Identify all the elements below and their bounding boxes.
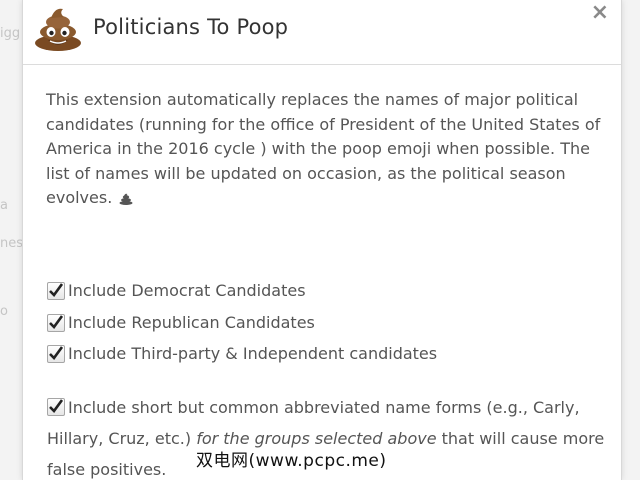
background-text-fragment: nes: [0, 236, 24, 251]
background-text-fragment: igg: [0, 26, 21, 41]
republican-candidates-option[interactable]: Include Republican Candidates: [47, 313, 315, 332]
third-party-checkbox[interactable]: [47, 344, 65, 363]
democrat-label: Include Democrat Candidates: [68, 281, 306, 300]
options-dialog: Politicians To Poop × This extension aut…: [22, 0, 622, 480]
background-text-fragment: a: [0, 198, 8, 213]
poop-emoji-icon: [119, 188, 133, 213]
description-text: This extension automatically replaces th…: [46, 88, 604, 213]
republican-label: Include Republican Candidates: [68, 313, 315, 332]
third-party-label: Include Third-party & Independent candid…: [68, 344, 438, 363]
third-party-candidates-option[interactable]: Include Third-party & Independent candid…: [47, 344, 437, 363]
abbreviated-names-checkbox[interactable]: [47, 398, 65, 416]
close-button[interactable]: ×: [591, 2, 609, 24]
democrat-candidates-option[interactable]: Include Democrat Candidates: [47, 281, 306, 300]
background-text-fragment: o: [0, 304, 8, 319]
poop-emoji-icon: [33, 5, 83, 51]
republican-checkbox[interactable]: [47, 313, 65, 332]
dialog-title: Politicians To Poop: [93, 15, 289, 39]
dialog-header: Politicians To Poop ×: [23, 0, 621, 65]
watermark-text: 双电网(www.pcpc.me): [196, 451, 387, 471]
democrat-checkbox[interactable]: [47, 281, 65, 300]
